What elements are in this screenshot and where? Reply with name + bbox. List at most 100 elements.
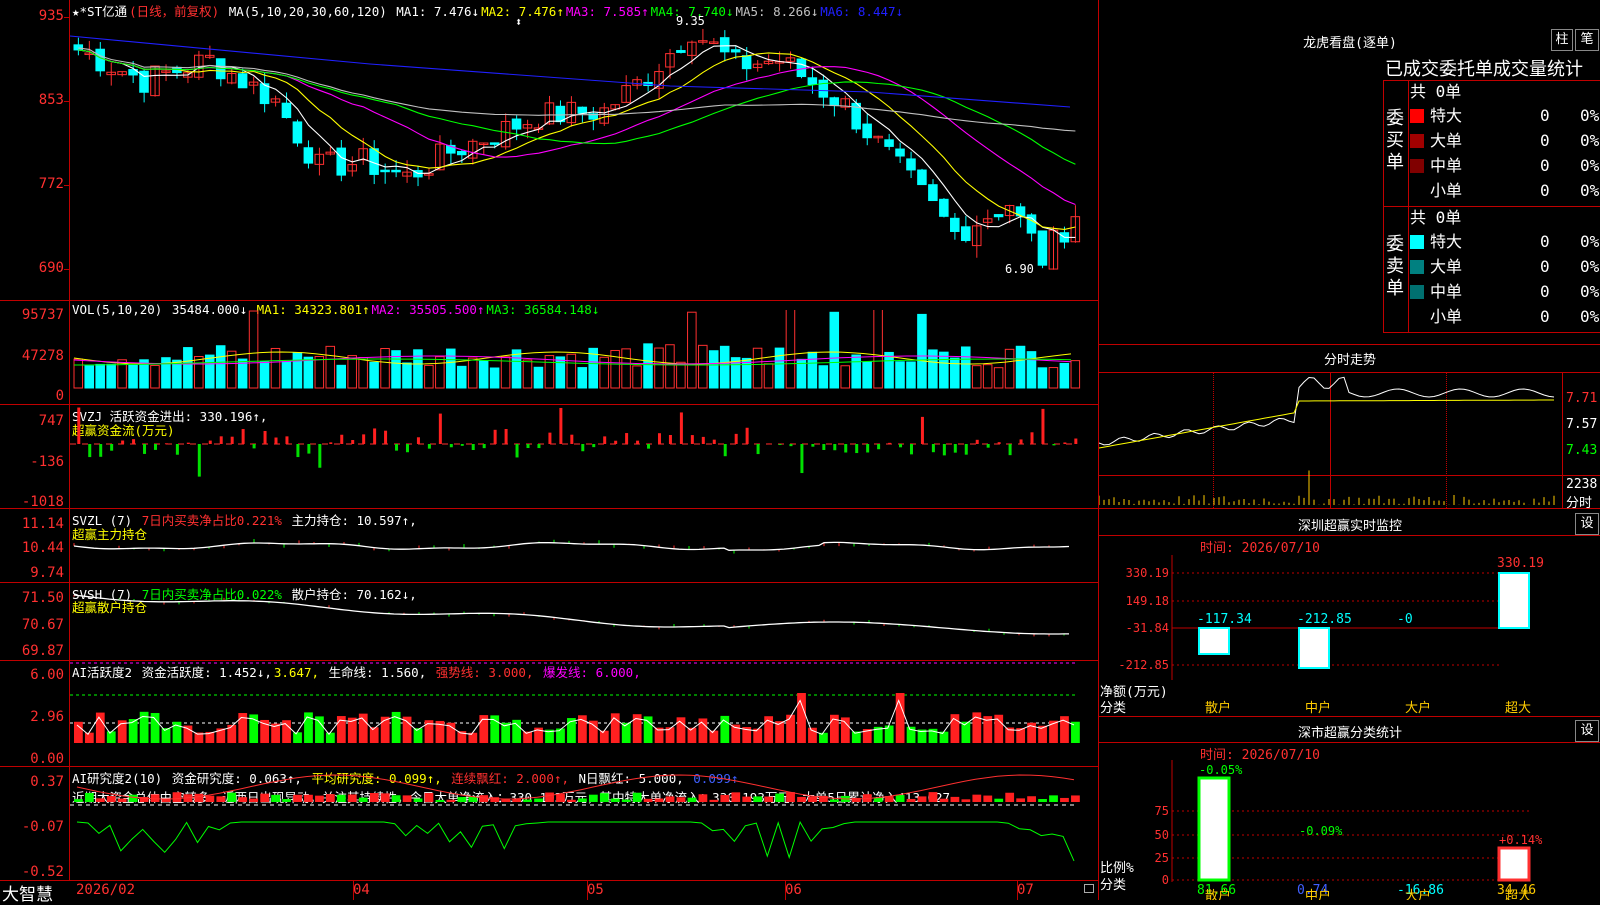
sc-y-label: 50 xyxy=(1155,828,1169,842)
research-bar xyxy=(654,798,664,802)
volume-bar xyxy=(84,365,95,389)
sc-bar xyxy=(1497,846,1531,882)
row-volume: 0 xyxy=(1540,307,1550,326)
bar-mode-button[interactable]: 柱 xyxy=(1551,29,1573,51)
flow-bar xyxy=(1030,432,1034,444)
sell-row: 小单 0 0% xyxy=(1410,305,1600,329)
activity-bar xyxy=(610,713,620,743)
research-bar xyxy=(720,794,730,802)
candle-body xyxy=(993,214,1004,218)
sz-category: 中户 xyxy=(1305,700,1331,715)
sz-net-chart[interactable]: 330.19 149.18 -31.84 -212.85 -117.34 -212.85 -… xyxy=(1099,555,1599,715)
activity-bar xyxy=(961,721,971,743)
svsh-line[interactable] xyxy=(70,583,1098,659)
intraday-chart[interactable] xyxy=(1099,373,1562,507)
research-bar xyxy=(1005,792,1015,802)
research-bar xyxy=(545,792,554,802)
research-bar xyxy=(326,794,335,802)
flow-bar xyxy=(690,435,694,444)
volume-bar xyxy=(632,365,642,389)
row-volume: 0 xyxy=(1540,131,1550,150)
sc-ratio-chart[interactable]: 7550250-0.05%-0.09%+0.14%81.66 0.74 -16.86… xyxy=(1099,760,1599,900)
candle-body xyxy=(950,217,960,233)
research-bar xyxy=(117,798,127,802)
color-swatch xyxy=(1410,159,1424,173)
research-bar xyxy=(501,799,511,802)
flow-bar xyxy=(625,433,629,444)
sc-category-label: 分类 xyxy=(1100,878,1127,893)
color-swatch xyxy=(1410,134,1424,148)
flow-bar xyxy=(986,444,990,448)
research-bar xyxy=(983,795,993,802)
ai-activity-chart[interactable] xyxy=(70,661,1098,765)
flow-bar xyxy=(307,444,311,454)
volume-bar xyxy=(960,346,971,389)
activity-bar xyxy=(687,727,697,743)
activity-bar xyxy=(709,730,719,743)
research-bar xyxy=(380,793,390,802)
volume-bars[interactable] xyxy=(70,310,1098,404)
x-label: 05 xyxy=(587,882,604,898)
research-bar xyxy=(249,798,259,802)
flow-bar xyxy=(756,444,760,455)
volume-bar xyxy=(446,348,456,389)
flow-bar xyxy=(657,433,661,444)
research-bar xyxy=(753,796,763,802)
svzj-bars[interactable] xyxy=(70,405,1098,508)
activity-bar xyxy=(293,732,302,743)
volume-bar xyxy=(676,361,686,389)
volume-bar xyxy=(456,365,467,389)
research-bar xyxy=(567,799,576,802)
sc-category: 超大 xyxy=(1505,889,1531,900)
row-name: 大单 xyxy=(1430,131,1463,150)
color-swatch xyxy=(1410,235,1424,249)
cursor-marker: ⬍ xyxy=(515,15,522,29)
flow-bar xyxy=(263,431,267,444)
flow-bar xyxy=(964,444,968,455)
research-bar xyxy=(446,799,456,802)
volume-bar xyxy=(993,367,1004,389)
volume-bar xyxy=(1037,367,1048,389)
sz-settings-button[interactable]: 设 xyxy=(1575,513,1599,535)
candle-body xyxy=(884,139,894,147)
flow-bar xyxy=(351,440,355,444)
flow-bar xyxy=(822,444,826,450)
color-swatch xyxy=(1410,184,1424,198)
lock-icon[interactable] xyxy=(1084,884,1094,893)
candle-body xyxy=(489,142,500,145)
volume-bar xyxy=(183,347,193,389)
volume-bar xyxy=(161,357,171,389)
row-volume: 0 xyxy=(1540,106,1550,125)
research-bar xyxy=(369,793,379,802)
svzl-line[interactable] xyxy=(70,509,1098,581)
flow-bar xyxy=(920,416,924,444)
ai-research-chart[interactable] xyxy=(70,767,1098,879)
flow-bar xyxy=(493,429,497,444)
tick-mode-button[interactable]: 笔 xyxy=(1575,29,1599,51)
research-bar xyxy=(797,796,806,802)
volume-bar xyxy=(478,360,489,389)
y-label: 6.00 xyxy=(30,667,64,683)
research-green-line xyxy=(76,820,1075,862)
ma-line xyxy=(78,47,1076,132)
candle-body xyxy=(456,150,467,156)
candle-body xyxy=(829,97,840,107)
research-bar xyxy=(106,796,116,802)
sc-settings-button[interactable]: 设 xyxy=(1575,720,1599,742)
flow-bar xyxy=(252,444,256,449)
activity-bar xyxy=(183,725,193,743)
candlestick-chart[interactable]: ⬍ xyxy=(70,14,1098,284)
candle-body xyxy=(281,102,292,119)
research-bar xyxy=(621,799,631,802)
research-bar xyxy=(435,799,445,802)
buy-orders-label: 委买单 xyxy=(1386,108,1404,173)
research-bar xyxy=(632,792,642,802)
buy-row: 中单 0 0% xyxy=(1410,154,1600,178)
research-bar xyxy=(939,798,949,802)
flow-bar xyxy=(362,434,366,444)
research-bar xyxy=(238,797,248,802)
candle-body xyxy=(511,118,522,130)
research-bar xyxy=(578,798,587,802)
volume-bar xyxy=(413,349,423,389)
volume-bar xyxy=(248,310,259,389)
